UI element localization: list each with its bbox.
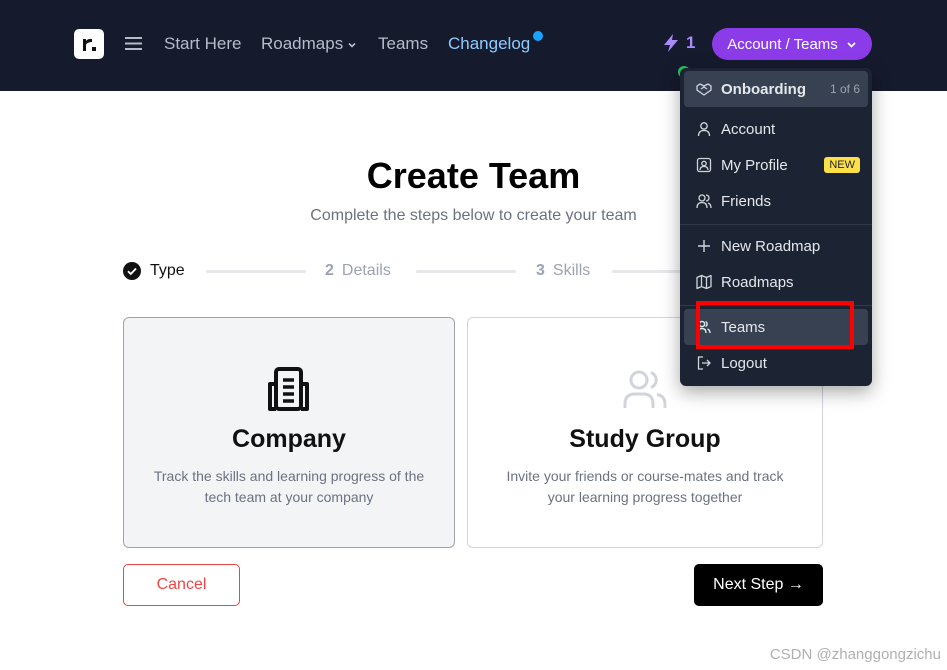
card-description: Track the skills and learning progress o… [153, 468, 425, 505]
account-teams-button[interactable]: Account / Teams [712, 28, 872, 60]
dropdown-item-roadmaps[interactable]: Roadmaps [684, 264, 868, 300]
dropdown-item-new-roadmap[interactable]: New Roadmap [684, 228, 868, 264]
dropdown-divider [680, 224, 872, 225]
step-label: Skills [552, 262, 591, 279]
dropdown-label: Onboarding [721, 80, 806, 98]
card-title: Company [232, 425, 346, 453]
nav-teams[interactable]: Teams [378, 33, 428, 55]
step-type: Type [123, 262, 185, 280]
nav-roadmaps[interactable]: Roadmaps [261, 33, 357, 55]
logout-icon [697, 356, 711, 370]
nav-changelog[interactable]: Changelog [448, 33, 530, 55]
step-connector [206, 270, 306, 273]
step-connector [612, 270, 682, 273]
hamburger-menu-icon[interactable] [125, 36, 142, 51]
friends-icon [696, 194, 712, 209]
csdn-watermark: CSDN @zhanggongzichu [769, 646, 941, 663]
changelog-indicator-dot [533, 31, 543, 41]
user-icon [697, 122, 711, 137]
card-description: Invite your friends or course-mates and … [506, 468, 784, 505]
dropdown-label: Logout [721, 354, 767, 372]
step-number: 2 [325, 262, 334, 279]
chevron-down-icon [348, 42, 356, 48]
step-label: Type [150, 262, 185, 279]
check-circle-icon [123, 262, 141, 280]
step-connector [416, 270, 516, 273]
step-label: Details [341, 262, 391, 279]
step-number: 3 [536, 262, 545, 279]
users-icon [623, 370, 667, 408]
dropdown-label: Friends [721, 192, 772, 210]
handshake-icon [696, 83, 712, 96]
new-badge: NEW [824, 157, 860, 173]
profile-card-icon [696, 157, 712, 173]
lightning-icon [664, 34, 678, 52]
nav-roadmaps-label: Roadmaps [261, 34, 344, 53]
chevron-down-icon [847, 41, 856, 48]
streak-count: 1 [686, 33, 696, 52]
dropdown-item-onboarding[interactable]: Onboarding 1 of 6 [684, 71, 868, 107]
plus-icon [698, 240, 710, 252]
team-type-card-company[interactable]: Company Track the skills and learning pr… [123, 317, 455, 548]
cancel-button[interactable]: Cancel [123, 564, 240, 606]
step-skills: 3 Skills [536, 262, 590, 280]
dropdown-item-my-profile[interactable]: My Profile NEW [684, 147, 868, 183]
map-icon [696, 274, 712, 290]
dropdown-label: Account [721, 120, 776, 138]
nav-start-here[interactable]: Start Here [164, 33, 241, 55]
streak-counter[interactable]: 1 [662, 33, 695, 53]
red-annotation-box [696, 301, 854, 349]
logo-r-icon [83, 38, 96, 51]
building-icon [268, 367, 309, 411]
onboarding-progress: 1 of 6 [829, 82, 860, 96]
dropdown-item-account[interactable]: Account [684, 111, 868, 147]
dropdown-item-logout[interactable]: Logout [684, 345, 868, 381]
dropdown-label: My Profile [721, 156, 788, 174]
step-details: 2 Details [325, 262, 391, 280]
card-title: Study Group [569, 425, 721, 453]
roadmap-logo[interactable] [74, 29, 104, 59]
dropdown-label: New Roadmap [721, 237, 821, 255]
account-button-label: Account / Teams [727, 35, 838, 53]
dropdown-label: Roadmaps [721, 273, 794, 291]
dropdown-item-friends[interactable]: Friends [684, 183, 868, 219]
next-step-button[interactable]: Next Step → [694, 564, 823, 606]
